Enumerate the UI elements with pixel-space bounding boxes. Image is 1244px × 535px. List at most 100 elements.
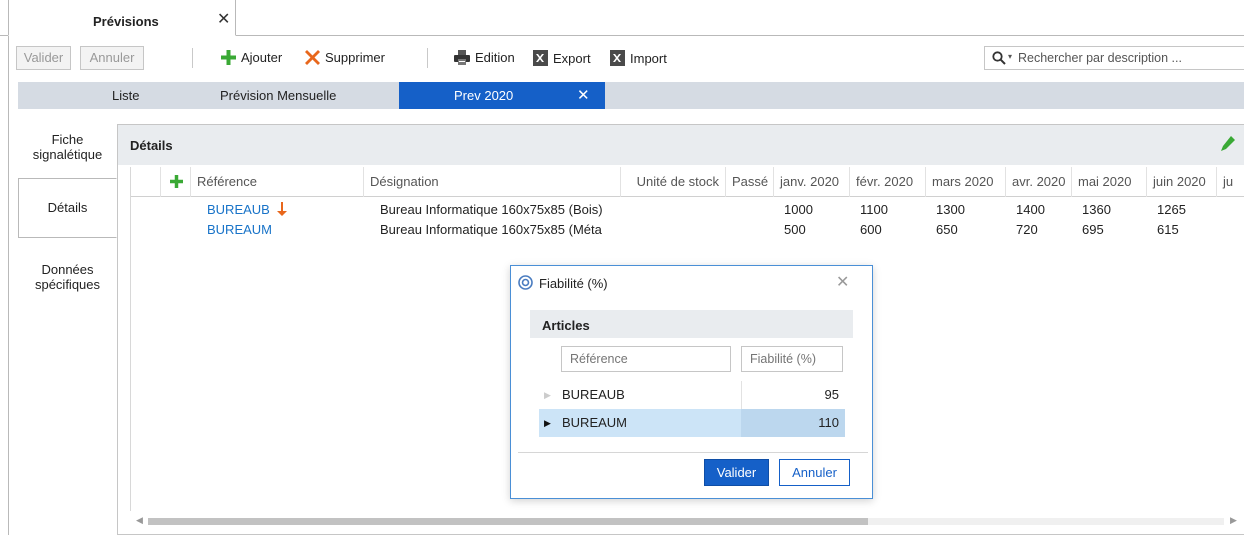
view-tab-bar: Liste Prévision Mensuelle Prev 2020 ✕ [18,82,1244,109]
tab-prev-2020[interactable]: Prev 2020 ✕ [399,82,605,109]
add-row-icon[interactable] [161,167,191,197]
column-header-unite-de-stock[interactable]: Unité de stock [621,167,726,197]
details-title: Détails [130,138,173,153]
grid-header-indicator [131,167,161,197]
x-icon [305,50,320,68]
export-button[interactable]: Export [533,50,591,69]
side-tab-fiche-signaletique[interactable]: Fiche signalétique [18,132,117,172]
fiabilite-filter-input[interactable] [741,346,843,372]
close-tab-icon[interactable]: ✕ [577,82,590,109]
excel-import-icon [610,50,625,69]
column-header-reference[interactable]: Référence [191,167,364,197]
row-reference-link[interactable]: BUREAUB [201,200,271,220]
dialog-row-reference: BUREAUM [562,415,628,430]
row-designation: Bureau Informatique 160x75x85 (Bois) [380,202,603,217]
column-header-month-6[interactable]: juin 2020 [1147,167,1217,197]
close-document-tab-icon[interactable]: ✕ [217,12,230,28]
window-left-border [8,36,9,535]
list-item-selected[interactable]: ▶ BUREAUM 110 [539,409,845,437]
column-header-passe[interactable]: Passé [726,167,774,197]
table-row[interactable]: BUREAUM Bureau Informatique 160x75x85 (M… [131,220,1244,240]
row-month-1-value[interactable]: 500 [778,220,850,240]
articles-section: Articles ▶ BUREAUB 95 ▶ BUREAUM 110 [530,310,853,440]
row-month-1-value[interactable]: 1000 [778,200,850,220]
dialog-row-fiabilite[interactable]: 110 [741,409,845,437]
edition-label: Edition [475,50,515,65]
table-row[interactable]: BUREAUB Bureau Informatique 160x75x85 (B… [131,200,1244,220]
search-box[interactable]: ▾ [984,46,1244,70]
column-header-designation[interactable]: Désignation [364,167,621,197]
tab-prevision-mensuelle[interactable]: Prévision Mensuelle [220,82,336,109]
dialog-title: Fiabilité (%) [539,276,608,291]
supprimer-label: Supprimer [325,50,385,65]
details-header: Détails [118,125,1244,165]
toolbar-separator [427,48,428,68]
row-month-5-value[interactable]: 1360 [1076,200,1147,220]
excel-export-icon [533,50,548,69]
articles-section-title: Articles [542,318,590,333]
current-row-indicator-icon: ▶ [544,418,551,428]
horizontal-scrollbar[interactable]: ◀ ▶ [130,515,1244,527]
dialog-row-reference: BUREAUB [562,387,625,402]
column-header-month-3[interactable]: mars 2020 [926,167,1006,197]
side-tab-donnees-line1: Données [41,262,94,277]
row-month-4-value[interactable]: 1400 [1010,200,1072,220]
side-tab-fiche-line1: Fiche [51,132,84,147]
edition-button[interactable]: Edition [454,50,515,68]
dialog-footer-divider [518,452,868,453]
row-month-6-value[interactable]: 615 [1151,220,1217,240]
dialog-valider-button[interactable]: Valider [704,459,769,486]
printer-icon [454,50,470,68]
side-tab-fiche-line2: signalétique [32,147,103,162]
column-header-month-1[interactable]: janv. 2020 [774,167,850,197]
scrollbar-thumb[interactable] [148,518,868,525]
row-designation: Bureau Informatique 160x75x85 (Méta [380,222,602,237]
valider-button[interactable]: Valider [16,46,71,70]
export-label: Export [553,51,591,66]
reference-filter-input[interactable] [561,346,731,372]
search-icon[interactable] [992,51,1006,68]
document-tab-previsions[interactable]: Prévisions ✕ [8,0,236,36]
column-header-month-4[interactable]: avr. 2020 [1006,167,1072,197]
dialog-annuler-button[interactable]: Annuler [779,459,850,486]
list-item[interactable]: ▶ BUREAUB 95 [539,381,845,409]
row-month-2-value[interactable]: 1100 [854,200,926,220]
row-month-3-value[interactable]: 1300 [930,200,1006,220]
articles-section-header: Articles [530,310,853,338]
side-tab-details[interactable]: Détails [18,178,117,238]
row-month-3-value[interactable]: 650 [930,220,1006,240]
row-indicator-icon: ▶ [544,390,551,400]
close-dialog-icon[interactable]: ✕ [836,272,849,292]
document-tab-title: Prévisions [93,14,159,29]
row-reference-link[interactable]: BUREAUM [201,220,291,240]
row-month-5-value[interactable]: 695 [1076,220,1147,240]
column-header-month-2[interactable]: févr. 2020 [850,167,926,197]
dialog-row-fiabilite[interactable]: 95 [741,381,845,409]
side-tab-donnees-line2: spécifiques [34,277,101,292]
annuler-button[interactable]: Annuler [80,46,144,70]
tab-liste[interactable]: Liste [112,82,139,109]
ajouter-button[interactable]: Ajouter [221,50,282,68]
import-button[interactable]: Import [610,50,667,69]
row-month-2-value[interactable]: 600 [854,220,926,240]
tab-prev-2020-label: Prev 2020 [454,88,514,103]
import-label: Import [630,51,667,66]
side-tab-donnees-specifiques[interactable]: Données spécifiques [18,262,117,302]
toolbar: Valider Annuler Ajouter Supprimer Editio… [9,36,1244,82]
pencil-icon[interactable] [1220,136,1235,154]
sort-down-arrow-icon [271,200,291,220]
column-header-month-5[interactable]: mai 2020 [1072,167,1147,197]
supprimer-button[interactable]: Supprimer [305,50,385,68]
search-options-caret-icon[interactable]: ▾ [1008,52,1012,61]
row-month-6-value[interactable]: 1265 [1151,200,1217,220]
row-month-4-value[interactable]: 720 [1010,220,1072,240]
scroll-right-arrow-icon[interactable]: ▶ [1230,515,1237,526]
ajouter-label: Ajouter [241,50,283,65]
fiabilite-dialog: Fiabilité (%) ✕ Articles ▶ BUREAUB 95 ▶ … [510,265,873,499]
plus-icon [221,50,236,68]
column-header-month-7[interactable]: ju [1217,167,1244,197]
search-input[interactable] [1018,49,1240,67]
document-tab-bar: Prévisions ✕ [0,0,1244,36]
scroll-left-arrow-icon[interactable]: ◀ [136,515,143,526]
app-logo-icon [518,275,533,293]
